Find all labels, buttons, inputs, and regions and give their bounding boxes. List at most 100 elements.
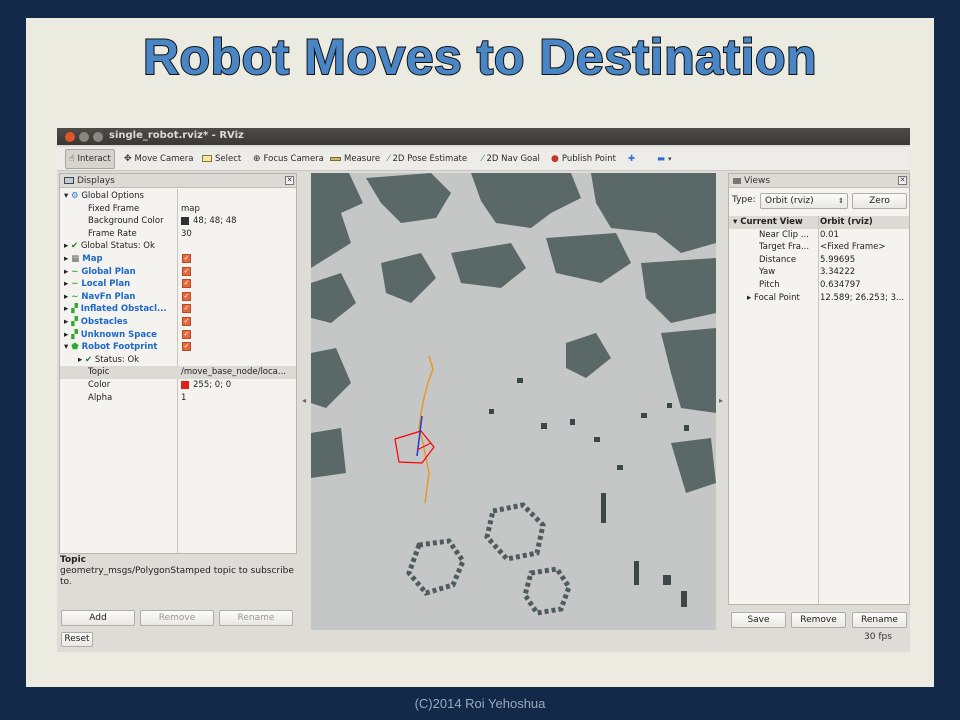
color-swatch (181, 216, 189, 225)
move-camera-icon: ✥ (124, 154, 132, 164)
row-value: 3.34222 (820, 267, 856, 278)
display-row-global-status[interactable]: ▸ ✔ Global Status: Ok (60, 240, 296, 253)
focus-camera-tool-button[interactable]: ⊕ Focus Camera (253, 149, 324, 169)
path-icon: ∼ (71, 279, 79, 290)
enabled-checkbox[interactable]: ✓ (182, 342, 191, 352)
map-icon: ▦ (71, 254, 80, 264)
select-tool-button[interactable]: Select (202, 149, 241, 169)
view-row-focal-point[interactable]: ▸ Focal Point 12.589; 26.253; 3... (729, 292, 909, 305)
view-row-near-clip[interactable]: Near Clip ... 0.01 (729, 229, 909, 242)
display-row-frame-rate[interactable]: Frame Rate 30 (60, 228, 296, 241)
view-row-pitch[interactable]: Pitch 0.634797 (729, 279, 909, 292)
row-name: Global Options (81, 191, 144, 201)
display-row-alpha[interactable]: Alpha 1 (60, 392, 296, 405)
row-value: 48; 48; 48 (193, 216, 237, 227)
minimize-window-icon[interactable] (79, 132, 89, 142)
move-camera-tool-button[interactable]: ✥ Move Camera (124, 149, 193, 169)
enabled-checkbox[interactable]: ✓ (182, 279, 191, 289)
expand-arrow-icon[interactable]: ▸ (64, 304, 68, 314)
close-icon[interactable]: ✕ (285, 176, 294, 185)
view-row-distance[interactable]: Distance 5.99695 (729, 254, 909, 267)
display-row-local-plan[interactable]: ▸ ∼ Local Plan ✓ (60, 278, 296, 291)
slide-title: Robot Moves to Destination (142, 28, 818, 86)
row-name: Inflated Obstacl... (80, 304, 167, 315)
maximize-window-icon[interactable] (93, 132, 103, 142)
expand-arrow-icon[interactable]: ▸ (64, 254, 68, 264)
close-icon[interactable]: ✕ (898, 176, 907, 185)
display-row-color[interactable]: Color 255; 0; 0 (60, 379, 296, 392)
green-arrow-icon: ⁄ (388, 154, 390, 164)
view-row-target-frame[interactable]: Target Fra... <Fixed Frame> (729, 241, 909, 254)
display-row-navfn-plan[interactable]: ▸ ∼ NavFn Plan ✓ (60, 291, 296, 304)
display-row-obstacles[interactable]: ▸ ▞ Obstacles ✓ (60, 316, 296, 329)
enabled-checkbox[interactable]: ✓ (182, 254, 191, 263)
view-row-yaw[interactable]: Yaw 3.34222 (729, 266, 909, 279)
2d-nav-goal-tool-button[interactable]: ⁄ 2D Nav Goal (482, 149, 540, 169)
row-name: Pitch (759, 280, 780, 290)
row-name: Fixed Frame (88, 203, 140, 214)
display-row-map[interactable]: ▸ ▦ Map ✓ (60, 253, 296, 266)
expand-arrow-icon[interactable]: ▾ (64, 342, 68, 352)
expand-arrow-icon[interactable]: ▸ (64, 241, 68, 251)
add-tool-icon[interactable]: ✚ (628, 149, 635, 169)
publish-point-tool-button[interactable]: ● Publish Point (551, 149, 616, 169)
row-value: 12.589; 26.253; 3... (820, 292, 905, 303)
expand-arrow-icon[interactable]: ▸ (747, 293, 751, 303)
2d-pose-estimate-tool-button[interactable]: ⁄ 2D Pose Estimate (388, 149, 467, 169)
enabled-checkbox[interactable]: ✓ (182, 329, 191, 339)
row-name: Target Fra... (759, 242, 810, 253)
expand-arrow-icon[interactable]: ▸ (64, 317, 68, 327)
expand-arrow-icon[interactable]: ▾ (733, 217, 737, 227)
measure-tool-button[interactable]: Measure (330, 149, 380, 169)
expand-arrow-icon[interactable]: ▸ (64, 330, 68, 340)
expand-arrow-icon[interactable]: ▸ (64, 279, 68, 289)
row-name: Focal Point (753, 292, 800, 303)
map-render[interactable] (311, 173, 716, 630)
row-name: Topic (88, 367, 110, 378)
zero-button[interactable]: Zero (852, 193, 907, 209)
row-name: Unknown Space (80, 329, 157, 340)
views-panel: Views ✕ Type: Orbit (rviz) ⇕ Zero ▾ Curr… (728, 173, 910, 605)
tool-label: Focus Camera (263, 154, 324, 164)
view-type-select[interactable]: Orbit (rviz) ⇕ (760, 193, 848, 209)
expand-arrow-icon[interactable]: ▸ (64, 267, 68, 277)
enabled-checkbox[interactable]: ✓ (182, 266, 191, 276)
checkmark-icon: ✔ (84, 354, 93, 365)
display-row-topic[interactable]: Topic /move_base_node/loca... (60, 366, 296, 379)
display-row-footprint-status[interactable]: ▸ ✔ Status: Ok (60, 354, 296, 367)
monitor-icon (64, 177, 74, 184)
expand-arrow-icon[interactable]: ▾ (64, 191, 68, 201)
add-display-button[interactable]: Add (61, 610, 135, 626)
collapse-right-arrow-icon[interactable]: ▸ (719, 396, 723, 405)
collapse-left-arrow-icon[interactable]: ◂ (302, 396, 306, 405)
interact-tool-button[interactable]: ☝ Interact (65, 149, 115, 169)
close-window-icon[interactable] (65, 132, 75, 142)
row-value[interactable]: /move_base_node/loca... (181, 366, 296, 379)
rename-display-button[interactable]: Rename (219, 610, 293, 626)
rename-view-button[interactable]: Rename (852, 612, 907, 628)
current-view-row[interactable]: ▾ Current View Orbit (rviz) (729, 216, 909, 229)
display-row-global-options[interactable]: ▾ ⚙ Global Options (60, 190, 296, 203)
display-row-global-plan[interactable]: ▸ ∼ Global Plan ✓ (60, 266, 296, 279)
display-row-background-color[interactable]: Background Color 48; 48; 48 (60, 215, 296, 228)
remove-view-button[interactable]: Remove (791, 612, 846, 628)
focus-target-icon: ⊕ (253, 154, 261, 164)
enabled-checkbox[interactable]: ✓ (182, 291, 191, 301)
remove-display-button[interactable]: Remove (140, 610, 214, 626)
save-view-button[interactable]: Save (731, 612, 786, 628)
enabled-checkbox[interactable]: ✓ (182, 317, 191, 326)
hand-pointer-icon: ☝ (69, 154, 75, 164)
display-row-unknown-space[interactable]: ▸ ▞ Unknown Space ✓ (60, 329, 296, 342)
display-row-robot-footprint[interactable]: ▾ ⬟ Robot Footprint ✓ (60, 341, 296, 354)
3d-viewport[interactable] (311, 173, 716, 630)
display-row-inflated-obstacles[interactable]: ▸ ▞ Inflated Obstacl... ✓ (60, 303, 296, 316)
reset-button[interactable]: Reset (61, 632, 93, 647)
pin-icon: ● (551, 154, 559, 164)
toolbar: ☝ Interact ✥ Move Camera Select ⊕ Focus Cam… (57, 147, 910, 171)
expand-arrow-icon[interactable]: ▸ (64, 292, 68, 302)
display-row-fixed-frame[interactable]: Fixed Frame map (60, 203, 296, 216)
remove-tool-icon[interactable]: ▬ ▾ (657, 149, 672, 169)
enabled-checkbox[interactable]: ✓ (182, 304, 191, 314)
select-rectangle-icon (202, 155, 212, 162)
expand-arrow-icon[interactable]: ▸ (78, 355, 82, 365)
